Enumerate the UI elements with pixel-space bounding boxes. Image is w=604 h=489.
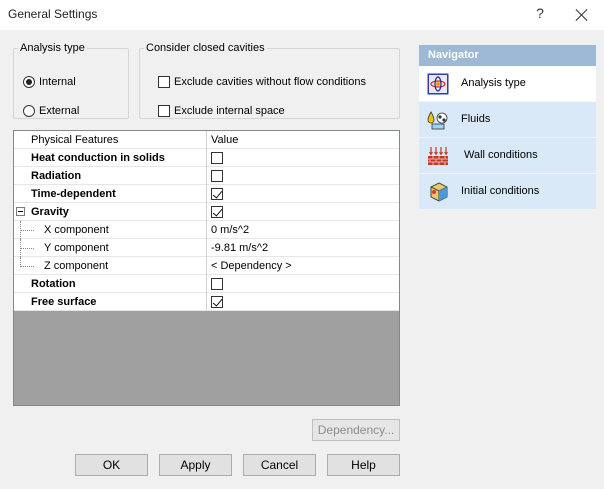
- grid-row-checkbox[interactable]: [211, 152, 223, 164]
- grid-row-checkbox[interactable]: [211, 278, 223, 290]
- tree-branch: [20, 230, 34, 231]
- grid-row-checkbox[interactable]: [211, 170, 223, 182]
- radio-external-label: External: [39, 105, 80, 117]
- grid-row-radiation[interactable]: Radiation: [14, 167, 399, 185]
- grid-row-z-component[interactable]: Z component < Dependency >: [14, 257, 399, 275]
- grid-header-row: Physical Features Value: [14, 131, 399, 149]
- grid-row-value[interactable]: < Dependency >: [211, 260, 292, 272]
- grid-row-label: Free surface: [31, 296, 97, 308]
- grid-row-label: X component: [44, 224, 109, 236]
- radio-external-dot[interactable]: [23, 105, 35, 117]
- grid-row-time-dependent[interactable]: Time-dependent: [14, 185, 399, 203]
- dependency-button[interactable]: Dependency...: [312, 419, 400, 441]
- exclude-internal-space-label: Exclude internal space: [174, 105, 285, 117]
- exclude-cavities-checkbox[interactable]: Exclude cavities without flow conditions: [158, 76, 366, 88]
- grid-row-rotation[interactable]: Rotation: [14, 275, 399, 293]
- nav-item-analysis-type[interactable]: Analysis type: [419, 66, 596, 102]
- grid-header-name: Physical Features: [31, 134, 119, 146]
- nav-item-analysis-type-label: Analysis type: [461, 77, 526, 89]
- grid-row-checkbox[interactable]: [211, 206, 223, 218]
- close-icon[interactable]: [573, 6, 591, 24]
- closed-cavities-legend: Consider closed cavities: [146, 42, 265, 54]
- nav-item-fluids-label: Fluids: [461, 113, 491, 125]
- cancel-button[interactable]: Cancel: [243, 454, 316, 476]
- collapse-icon[interactable]: [16, 207, 25, 216]
- grid-row-value[interactable]: -9.81 m/s^2: [211, 242, 268, 254]
- grid-row-y-component[interactable]: Y component -9.81 m/s^2: [14, 239, 399, 257]
- grid-row-gravity[interactable]: Gravity: [14, 203, 399, 221]
- tree-branch: [20, 248, 34, 249]
- help-icon[interactable]: ?: [533, 5, 547, 21]
- grid-row-free-surface[interactable]: Free surface: [14, 293, 399, 311]
- grid-row-label: Radiation: [31, 170, 82, 182]
- analysis-type-group: Analysis type Internal External: [13, 42, 129, 119]
- ok-button[interactable]: OK: [75, 454, 148, 476]
- nav-item-wall-conditions[interactable]: Wall conditions: [419, 138, 596, 174]
- grid-row-x-component[interactable]: X component 0 m/s^2: [14, 221, 399, 239]
- wall-conditions-icon: [428, 147, 448, 165]
- exclude-cavities-box[interactable]: [158, 76, 170, 88]
- initial-conditions-icon: [430, 182, 448, 202]
- apply-button[interactable]: Apply: [159, 454, 232, 476]
- grid-row-label: Heat conduction in solids: [31, 152, 165, 164]
- grid-row-checkbox[interactable]: [211, 296, 223, 308]
- grid-row-label: Z component: [44, 260, 109, 272]
- exclude-cavities-label: Exclude cavities without flow conditions: [174, 76, 366, 88]
- nav-item-initial-conditions-label: Initial conditions: [461, 185, 540, 197]
- nav-item-initial-conditions[interactable]: Initial conditions: [419, 174, 596, 210]
- grid-row-label: Gravity: [31, 206, 69, 218]
- radio-internal-label: Internal: [39, 76, 76, 88]
- analysis-type-icon: [427, 73, 449, 95]
- radio-external[interactable]: External: [23, 105, 79, 117]
- window-title: General Settings: [8, 7, 98, 21]
- grid-row-label: Rotation: [31, 278, 76, 290]
- exclude-internal-space-box[interactable]: [158, 105, 170, 117]
- fluids-icon: [427, 111, 448, 130]
- navigator-title: Navigator: [419, 45, 596, 66]
- radio-internal[interactable]: Internal: [23, 76, 76, 88]
- radio-internal-dot[interactable]: [23, 76, 35, 88]
- help-button[interactable]: Help: [327, 454, 400, 476]
- tree-branch: [20, 266, 34, 267]
- nav-item-wall-conditions-label: Wall conditions: [464, 149, 538, 161]
- exclude-internal-space-checkbox[interactable]: Exclude internal space: [158, 105, 285, 117]
- nav-item-fluids[interactable]: Fluids: [419, 102, 596, 138]
- grid-row-checkbox[interactable]: [211, 188, 223, 200]
- physical-features-grid: Physical Features Value Heat conduction …: [13, 130, 400, 406]
- title-bar: General Settings ?: [0, 0, 604, 30]
- grid-row-label: Y component: [44, 242, 109, 254]
- closed-cavities-group: Consider closed cavities Exclude cavitie…: [139, 42, 400, 119]
- analysis-type-legend: Analysis type: [20, 42, 85, 54]
- grid-row-heat-conduction-in-solids[interactable]: Heat conduction in solids: [14, 149, 399, 167]
- navigator-panel: Navigator Analysis type Fluids Wall cond…: [419, 45, 596, 210]
- grid-header-value: Value: [206, 131, 399, 149]
- grid-row-label: Time-dependent: [31, 188, 116, 200]
- grid-row-value[interactable]: 0 m/s^2: [211, 224, 249, 236]
